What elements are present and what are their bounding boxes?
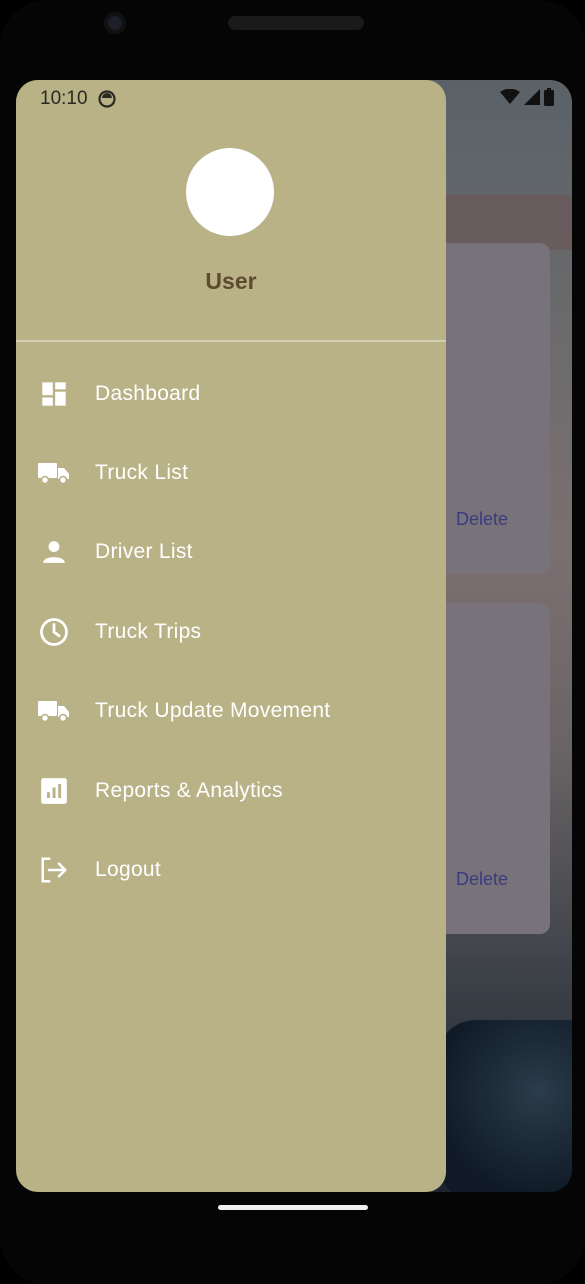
navigation-drawer: 10:10 User Dashboard Truck List Driver L… — [16, 80, 446, 1192]
username: User — [205, 268, 257, 294]
menu-item-driver-list[interactable]: Driver List — [16, 513, 446, 592]
status-time: 10:10 — [40, 88, 88, 109]
menu-item-reports-analytics[interactable]: Reports & Analytics — [16, 751, 446, 830]
menu-label: Logout — [95, 858, 162, 882]
truck-icon — [38, 457, 70, 489]
status-bar: 10:10 — [40, 88, 116, 110]
menu-item-logout[interactable]: Logout — [16, 830, 446, 909]
signal-icon — [524, 89, 540, 105]
background-map-area — [436, 1020, 572, 1192]
menu-label: Truck List — [95, 461, 189, 485]
delete-button[interactable]: Delete — [456, 869, 508, 890]
truck-icon — [38, 695, 70, 727]
menu-label: Truck Update Movement — [95, 699, 331, 723]
delete-button[interactable]: Delete — [456, 509, 508, 530]
front-camera — [104, 12, 126, 34]
dashboard-icon — [38, 378, 70, 410]
clock-icon — [38, 616, 70, 648]
person-icon — [38, 536, 70, 568]
phone-frame: Delete Delete 10:10 User Dashboard Truck… — [0, 0, 585, 1284]
menu-item-truck-trips[interactable]: Truck Trips — [16, 592, 446, 671]
menu-item-dashboard[interactable]: Dashboard — [16, 354, 446, 433]
earpiece-speaker — [228, 16, 364, 30]
drawer-menu: Dashboard Truck List Driver List Truck T… — [16, 354, 446, 910]
menu-item-truck-list[interactable]: Truck List — [16, 433, 446, 512]
wifi-icon — [500, 89, 520, 104]
menu-label: Truck Trips — [95, 619, 202, 643]
status-icons — [500, 88, 554, 106]
menu-label: Dashboard — [95, 381, 201, 405]
drawer-divider — [16, 340, 446, 342]
notification-icon — [97, 90, 116, 108]
menu-label: Driver List — [95, 540, 193, 564]
menu-label: Reports & Analytics — [95, 778, 283, 802]
analytics-icon — [38, 775, 70, 807]
menu-item-truck-update-movement[interactable]: Truck Update Movement — [16, 672, 446, 751]
screen: Delete Delete 10:10 User Dashboard Truck… — [16, 80, 572, 1192]
avatar[interactable] — [186, 148, 274, 236]
battery-icon — [544, 88, 554, 106]
home-indicator[interactable] — [218, 1205, 368, 1210]
logout-icon — [38, 854, 70, 886]
